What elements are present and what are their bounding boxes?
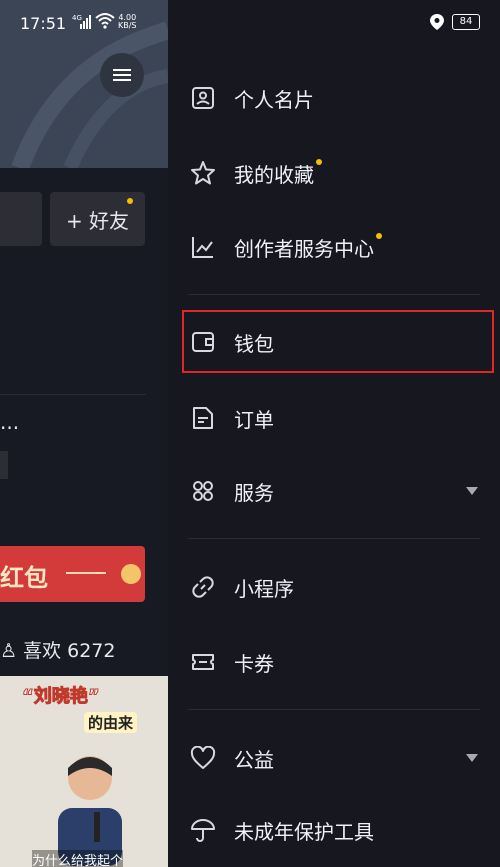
drawer-status-icons: 84 (430, 14, 480, 30)
document-icon (190, 405, 216, 431)
divider (188, 709, 480, 710)
menu-item-orders[interactable]: 订单 (168, 390, 500, 446)
link-icon (190, 574, 216, 600)
video-title: “刘晓艳” (22, 686, 101, 708)
notification-dot (316, 158, 322, 165)
status-bar: 17:51 4G 4.00 KB/S (0, 0, 168, 50)
divider (188, 538, 480, 539)
menu-item-charity[interactable]: 公益 (168, 730, 500, 786)
location-icon (430, 14, 444, 30)
menu-item-label: 订单 (234, 407, 274, 432)
likes-tab[interactable]: ♙ 喜欢 6272 (0, 636, 116, 663)
person-figure (58, 756, 122, 866)
video-subtitle: 的由来 (84, 712, 138, 733)
highlight-frame (182, 310, 494, 373)
wifi-icon (95, 13, 115, 29)
battery-icon: 84 (452, 14, 480, 30)
add-friend-label: + 好友 (65, 208, 130, 233)
like-icon: ♙ (0, 640, 18, 662)
menu-item-label: 公益 (234, 747, 274, 772)
notification-dot (376, 232, 382, 239)
menu-item-label: 卡券 (234, 651, 274, 676)
divider (188, 294, 480, 295)
coin-icon (121, 564, 141, 584)
banner-decoration (66, 572, 106, 574)
menu-item-coupons[interactable]: 卡券 (168, 634, 500, 690)
menu-item-label: 未成年保护工具 (234, 819, 374, 844)
menu-item-label: 服务 (234, 480, 274, 505)
network-speed: 4.00 KB/S (118, 14, 137, 30)
heart-icon (190, 745, 216, 771)
likes-count: 喜欢 6272 (23, 640, 116, 662)
bio-ellipsis: ... (0, 410, 20, 434)
banner-text: 红包 (0, 564, 48, 592)
ticket-icon (190, 649, 216, 675)
menu-item-label: 个人名片 (234, 87, 314, 112)
star-icon (190, 160, 216, 186)
profile-page-background: 17:51 4G 4.00 KB/S + 好友 ... 红包 ♙ 喜欢 6272… (0, 0, 168, 867)
divider (0, 394, 146, 395)
battery-level: 84 (459, 16, 473, 27)
video-thumbnail[interactable]: “刘晓艳” 的由来 为什么给我起个 (0, 676, 168, 867)
add-friend-button[interactable]: + 好友 (50, 192, 145, 246)
status-time: 17:51 (20, 14, 67, 33)
menu-item-label: 我的收藏 (234, 158, 322, 188)
menu-item-minor-protection[interactable]: 未成年保护工具 (168, 802, 500, 858)
chevron-down-icon[interactable] (466, 754, 478, 762)
umbrella-icon (190, 817, 216, 843)
red-packet-banner[interactable]: 红包 (0, 546, 145, 602)
screen: 17:51 4G 4.00 KB/S + 好友 ... 红包 ♙ 喜欢 6272… (0, 0, 500, 867)
menu-item-creator-center[interactable]: 创作者服务中心 (168, 219, 500, 275)
speed-unit: KB/S (118, 21, 137, 30)
menu-item-mini-programs[interactable]: 小程序 (168, 559, 500, 615)
tag-chip (0, 451, 8, 479)
video-caption: 为什么给我起个 (32, 850, 124, 867)
menu-item-business-card[interactable]: 个人名片 (168, 70, 500, 126)
menu-item-label: 创作者服务中心 (234, 232, 382, 262)
menu-button[interactable] (100, 53, 144, 97)
edit-profile-button[interactable] (0, 192, 42, 246)
menu-item-favorites[interactable]: 我的收藏 (168, 145, 500, 201)
hamburger-icon (113, 66, 131, 84)
chevron-down-icon[interactable] (466, 487, 478, 495)
menu-item-label: 小程序 (234, 576, 294, 601)
chart-icon (190, 234, 216, 260)
menu-item-services[interactable]: 服务 (168, 463, 500, 519)
signal-icon (80, 15, 91, 29)
id-card-icon (190, 85, 216, 111)
grid-icon (190, 478, 216, 504)
notification-dot (127, 198, 133, 204)
